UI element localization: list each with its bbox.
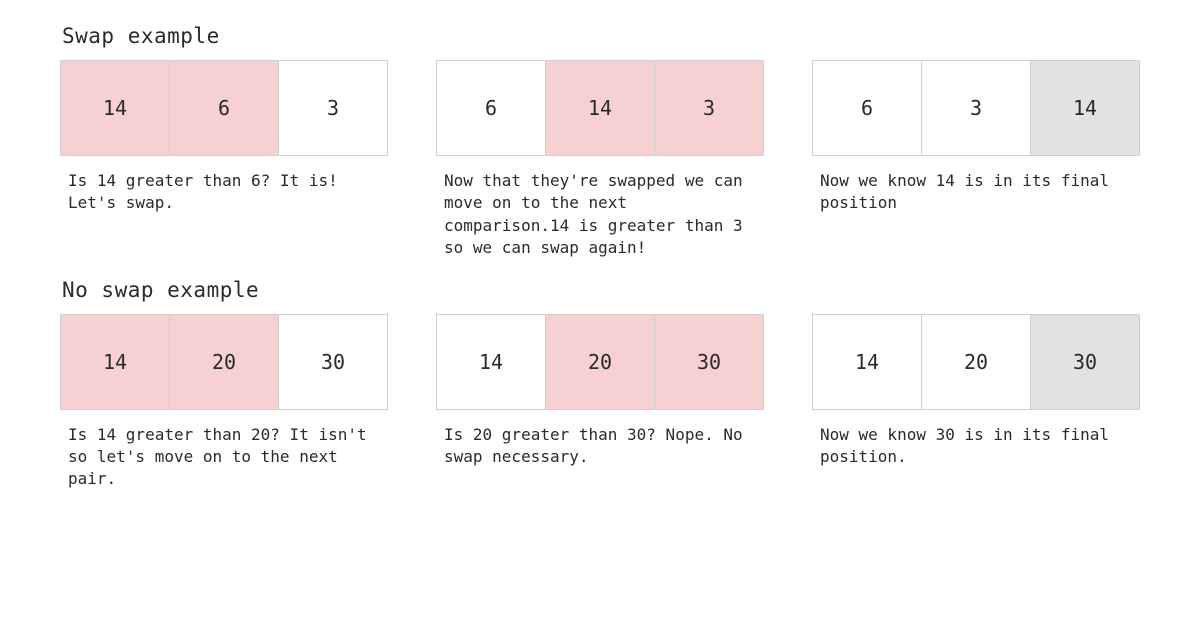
array-cell: 3	[279, 61, 387, 155]
no-swap-row: 14 20 30 Is 14 greater than 20? It isn't…	[60, 314, 1140, 491]
swap-step-2: 6 14 3 Now that they're swapped we can m…	[436, 60, 764, 260]
array-boxes: 6 14 3	[436, 60, 764, 156]
array-boxes: 14 20 30	[436, 314, 764, 410]
array-cell: 30	[279, 315, 387, 409]
diagram-page: Swap example 14 6 3 Is 14 greater than 6…	[0, 0, 1200, 624]
step-caption: Is 14 greater than 6? It is! Let's swap.	[60, 170, 368, 215]
array-cell: 20	[170, 315, 279, 409]
array-cell: 3	[922, 61, 1031, 155]
array-cell: 6	[813, 61, 922, 155]
no-swap-step-2: 14 20 30 Is 20 greater than 30? Nope. No…	[436, 314, 764, 491]
step-caption: Now we know 14 is in its final position	[812, 170, 1120, 215]
array-cell: 30	[1031, 315, 1139, 409]
section-title-no-swap: No swap example	[62, 278, 1140, 302]
array-cell: 14	[61, 61, 170, 155]
array-cell: 14	[546, 61, 655, 155]
no-swap-step-3: 14 20 30 Now we know 30 is in its final …	[812, 314, 1140, 491]
array-cell: 20	[546, 315, 655, 409]
swap-step-1: 14 6 3 Is 14 greater than 6? It is! Let'…	[60, 60, 388, 260]
array-boxes: 14 20 30	[812, 314, 1140, 410]
array-cell: 14	[813, 315, 922, 409]
step-caption: Is 20 greater than 30? Nope. No swap nec…	[436, 424, 744, 469]
array-cell: 14	[61, 315, 170, 409]
array-cell: 14	[1031, 61, 1139, 155]
section-title-swap: Swap example	[62, 24, 1140, 48]
array-cell: 3	[655, 61, 763, 155]
step-caption: Is 14 greater than 20? It isn't so let's…	[60, 424, 368, 491]
step-caption: Now we know 30 is in its final position.	[812, 424, 1120, 469]
swap-step-3: 6 3 14 Now we know 14 is in its final po…	[812, 60, 1140, 260]
no-swap-step-1: 14 20 30 Is 14 greater than 20? It isn't…	[60, 314, 388, 491]
array-boxes: 14 6 3	[60, 60, 388, 156]
array-cell: 14	[437, 315, 546, 409]
swap-row: 14 6 3 Is 14 greater than 6? It is! Let'…	[60, 60, 1140, 260]
array-cell: 6	[437, 61, 546, 155]
array-boxes: 14 20 30	[60, 314, 388, 410]
array-cell: 6	[170, 61, 279, 155]
array-boxes: 6 3 14	[812, 60, 1140, 156]
array-cell: 30	[655, 315, 763, 409]
array-cell: 20	[922, 315, 1031, 409]
step-caption: Now that they're swapped we can move on …	[436, 170, 744, 260]
